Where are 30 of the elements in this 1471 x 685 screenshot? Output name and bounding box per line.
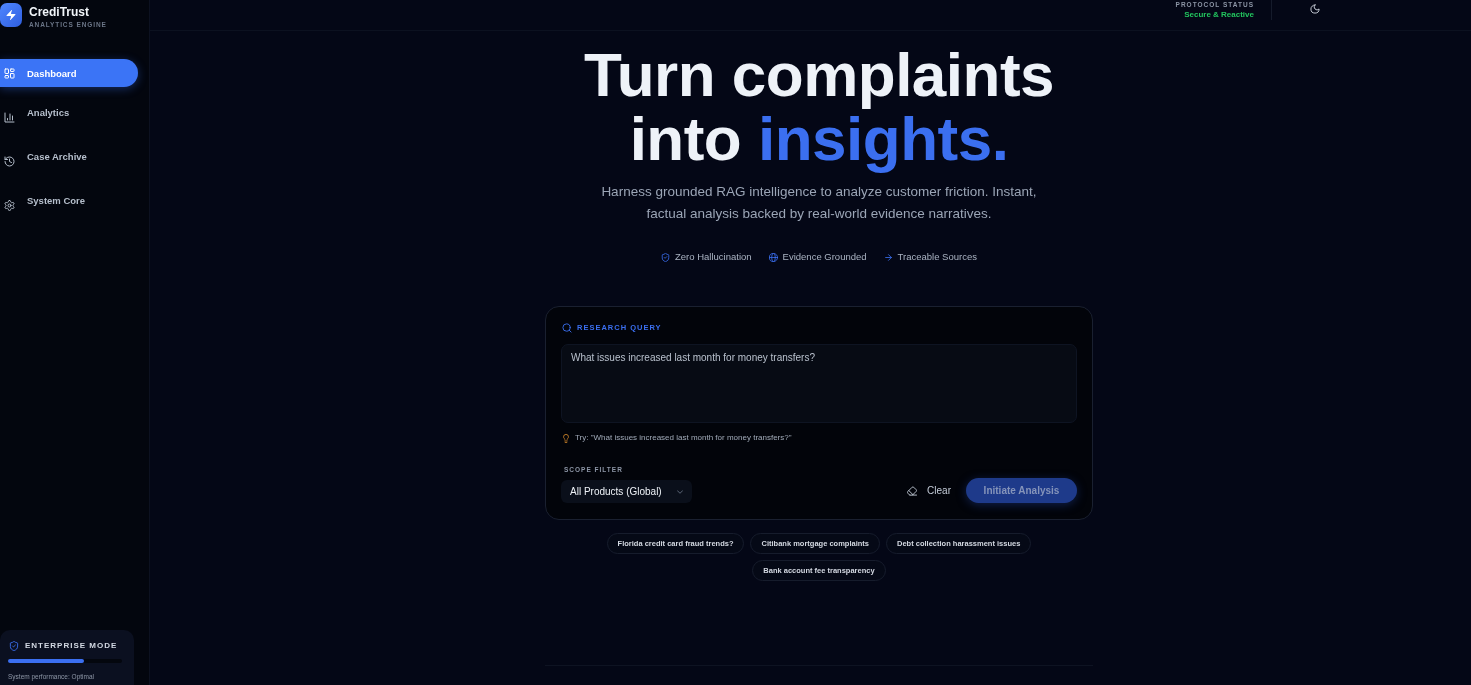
moon-icon[interactable] <box>1310 4 1320 14</box>
search-icon <box>562 323 572 333</box>
bar-chart-icon <box>4 111 15 123</box>
lightbulb-icon <box>563 433 569 443</box>
nav-item[interactable]: Analytics <box>0 103 138 131</box>
settings-icon <box>4 199 15 211</box>
feature-label: Evidence Grounded <box>782 250 867 264</box>
scope-select[interactable]: All Products (Global) <box>561 480 692 503</box>
arrow-right-icon <box>883 252 893 262</box>
shield-check-icon <box>9 641 19 651</box>
grid-icon <box>4 67 15 79</box>
globe-icon <box>768 252 778 262</box>
feature-label: Zero Hallucination <box>675 250 752 264</box>
enterprise-mode-title: ENTERPRISE MODE <box>25 641 118 651</box>
history-icon <box>4 155 15 167</box>
brand-name: CrediTrust <box>29 5 89 19</box>
nav-item[interactable]: System Core <box>0 191 138 219</box>
lightning-logo-icon <box>0 3 22 27</box>
hero-title: Turn complaints into insights. <box>582 43 1056 171</box>
query-input[interactable]: What issues increased last month for money transfers? <box>561 344 1077 423</box>
chevron-down-icon <box>677 489 683 494</box>
hero-subtitle: Harness grounded RAG intelligence to analyze customer friction. Instant, factual analysis backed by real-world evidence narratives. <box>600 183 1038 223</box>
clear-button[interactable]: Clear <box>907 485 951 496</box>
nav-item[interactable]: Case Archive <box>0 147 138 175</box>
feature-label: Traceable Sources <box>897 250 977 264</box>
eraser-icon <box>907 485 918 496</box>
hint-text: Try: "What issues increased last month for money transfers?" <box>575 432 792 444</box>
nav-item[interactable]: Dashboard <box>0 59 138 87</box>
shield-check-icon <box>661 252 670 262</box>
protocol-status-value: Secure & Reactive <box>1184 9 1254 20</box>
